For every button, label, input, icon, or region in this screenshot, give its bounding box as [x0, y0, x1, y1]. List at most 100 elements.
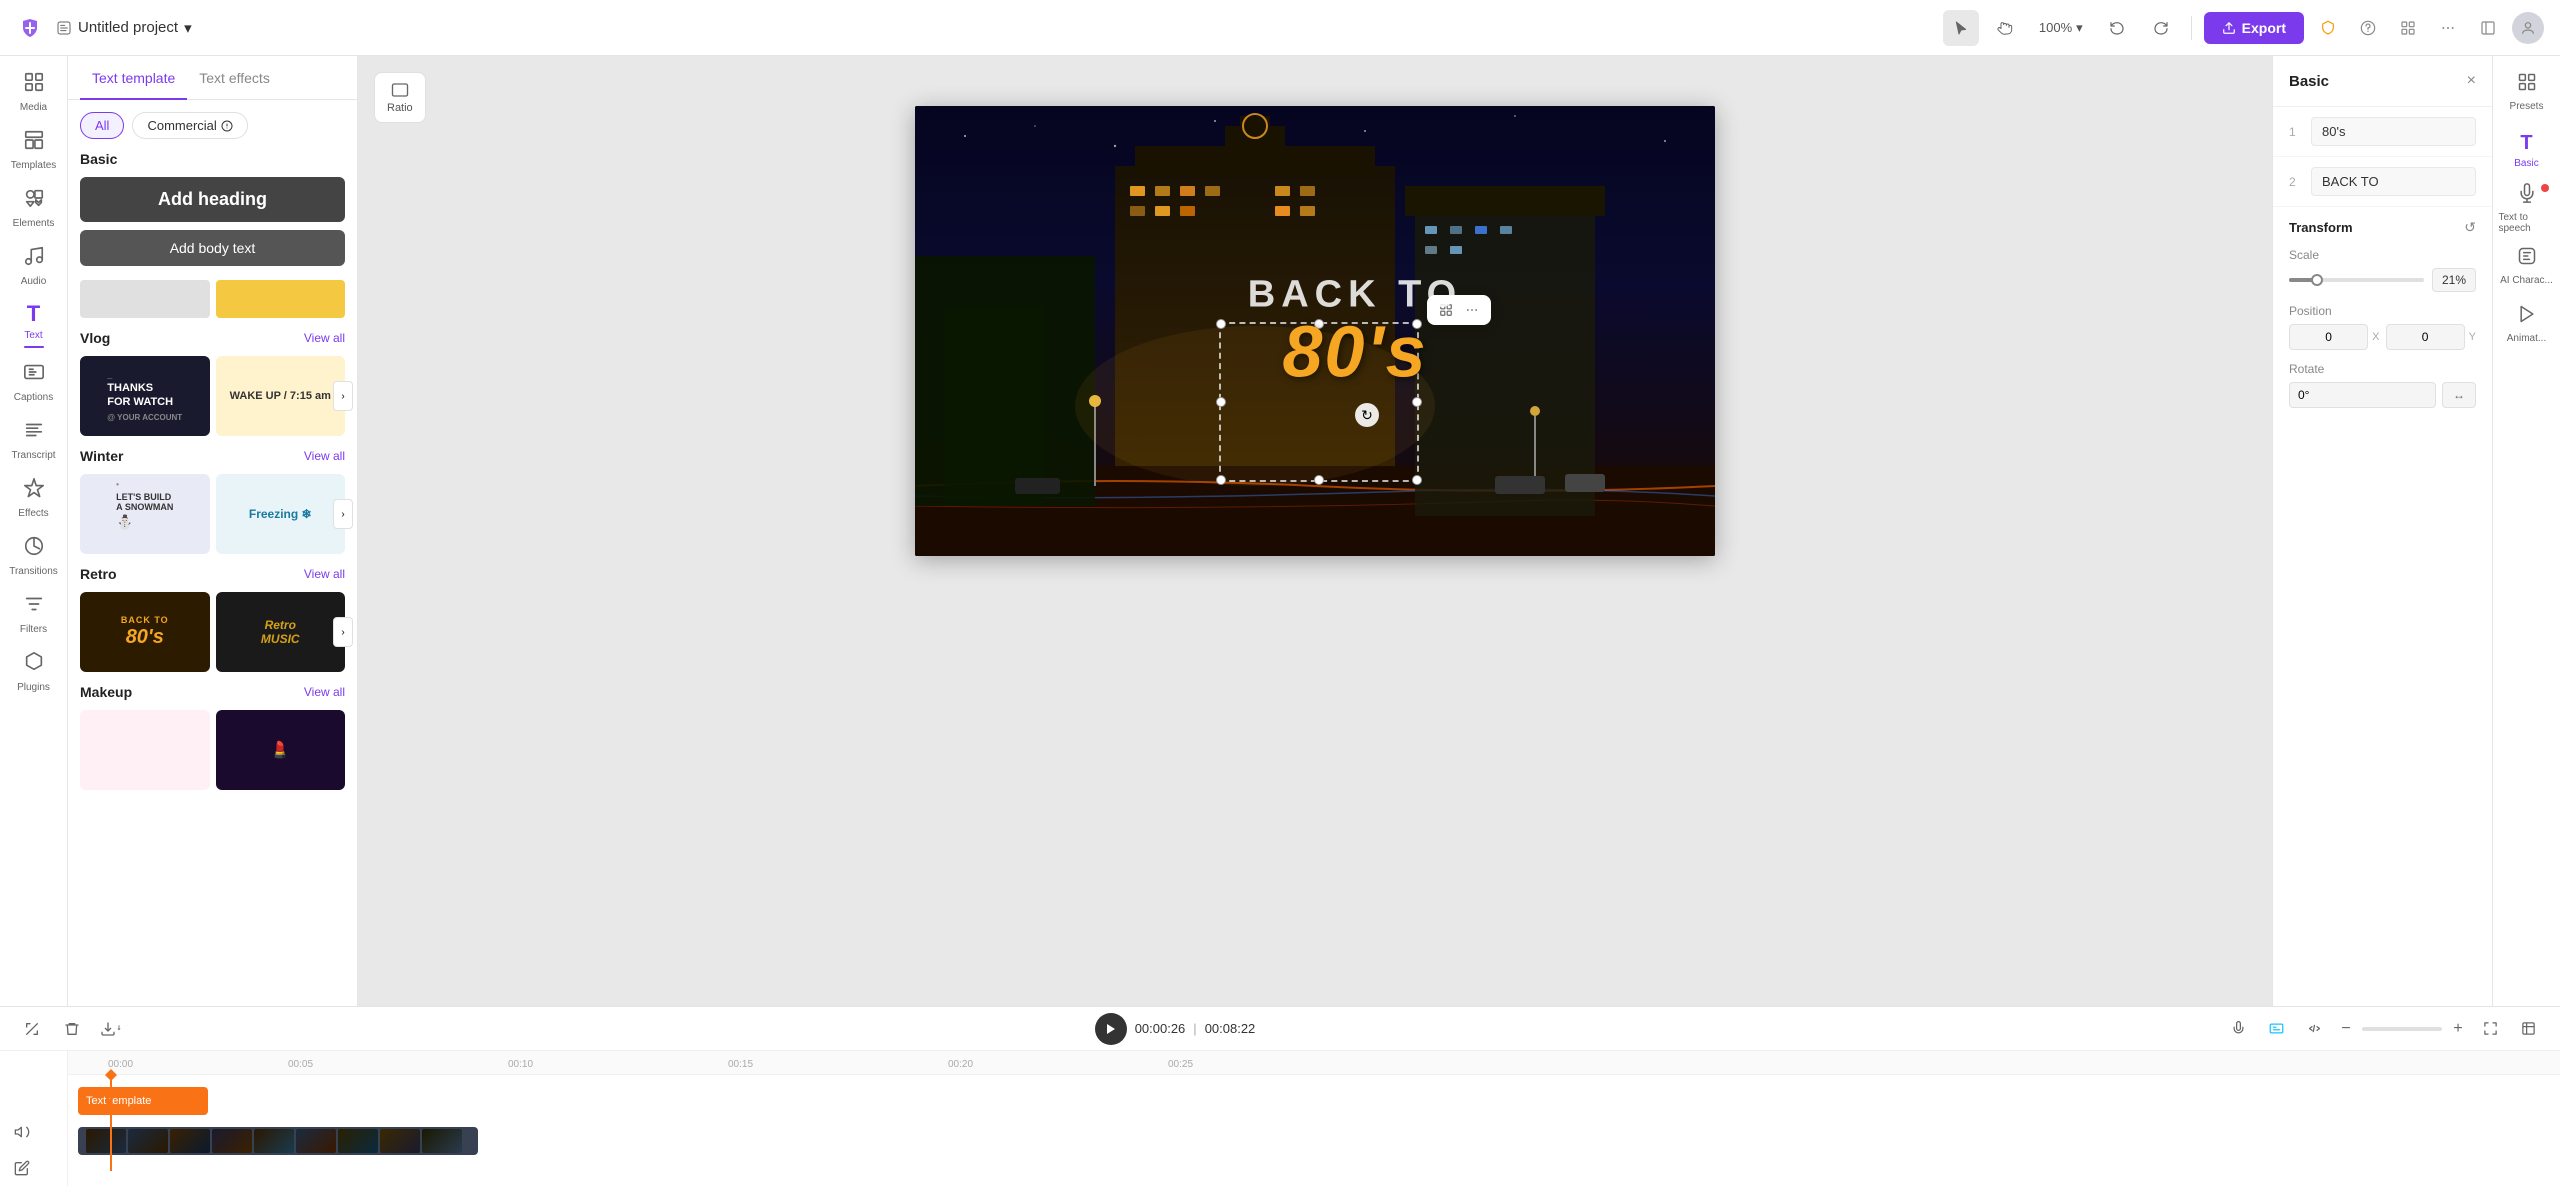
- right-sidebar-tts[interactable]: Text to speech: [2499, 180, 2555, 236]
- floating-more-btn[interactable]: [1463, 301, 1481, 319]
- sidebar-item-audio[interactable]: Audio: [6, 238, 62, 294]
- retro-view-all[interactable]: View all: [304, 567, 345, 581]
- zoom-track[interactable]: [2362, 1027, 2442, 1031]
- right-sidebar-presets[interactable]: Presets: [2499, 64, 2555, 120]
- caption-btn[interactable]: [2260, 1013, 2292, 1045]
- vlog-next-btn[interactable]: ›: [333, 381, 353, 411]
- winter-card-1[interactable]: • LET'S BUILDA SNOWMAN ⛄: [80, 474, 210, 554]
- vlog-card-2[interactable]: WAKE UP / 7:15 am: [216, 356, 346, 436]
- expand-btn[interactable]: [2474, 1013, 2506, 1045]
- handle-br[interactable]: [1412, 475, 1422, 485]
- trim-tool-btn[interactable]: [16, 1013, 48, 1045]
- sidebar-item-plugins[interactable]: Plugins: [6, 644, 62, 700]
- timeline-tracks: 00:00 00:05 00:10 00:15 00:20 00:25 Text…: [68, 1051, 2560, 1186]
- handle-bl[interactable]: [1216, 475, 1226, 485]
- ratio-btn[interactable]: Ratio: [374, 72, 426, 123]
- scale-value[interactable]: 21%: [2432, 268, 2476, 292]
- hand-tool-btn[interactable]: [1987, 10, 2023, 46]
- help-btn[interactable]: [2352, 12, 2384, 44]
- handle-bm[interactable]: [1314, 475, 1324, 485]
- rotate-flip-btn[interactable]: ↔: [2442, 382, 2476, 408]
- makeup-card-2[interactable]: 💄: [216, 710, 346, 790]
- sidebar-item-media[interactable]: Media: [6, 64, 62, 120]
- basic-card-2[interactable]: [216, 280, 346, 318]
- sidebar-item-elements[interactable]: Elements: [6, 180, 62, 236]
- sidebar-item-text[interactable]: T Text: [6, 296, 62, 352]
- mic-btn[interactable]: [2222, 1013, 2254, 1045]
- sidebar-item-transcript[interactable]: Transcript: [6, 412, 62, 468]
- text-row-2-value[interactable]: BACK TO: [2311, 167, 2476, 196]
- text-row-1-value[interactable]: 80's: [2311, 117, 2476, 146]
- transform-reset-btn[interactable]: ↺: [2464, 219, 2476, 236]
- right-sidebar-ai[interactable]: AI Charac...: [2499, 238, 2555, 294]
- retro-card-1[interactable]: BACK TO 80's: [80, 592, 210, 672]
- right-panel-close-btn[interactable]: ×: [2467, 72, 2476, 90]
- redo-btn[interactable]: [2143, 10, 2179, 46]
- retro-next-btn[interactable]: ›: [333, 617, 353, 647]
- tts-icon: [2517, 183, 2537, 209]
- more-btn[interactable]: [2432, 12, 2464, 44]
- vlog-view-all[interactable]: View all: [304, 331, 345, 345]
- panel-toggle-btn[interactable]: [2472, 12, 2504, 44]
- handle-ml[interactable]: [1216, 397, 1226, 407]
- cursor-tool-btn[interactable]: [1943, 10, 1979, 46]
- project-icon: [56, 20, 72, 36]
- sidebar-item-captions[interactable]: Captions: [6, 354, 62, 410]
- audio-label: Audio: [21, 276, 47, 287]
- video-clip[interactable]: [78, 1127, 478, 1155]
- basic-card-1[interactable]: [80, 280, 210, 318]
- divider: [2191, 16, 2192, 40]
- rotate-handle[interactable]: ↻: [1355, 403, 1379, 427]
- right-panel-header: Basic ×: [2273, 56, 2492, 107]
- edit-btn[interactable]: [8, 1154, 36, 1182]
- zoom-plus-btn[interactable]: +: [2448, 1020, 2468, 1038]
- sidebar-item-filters[interactable]: Filters: [6, 586, 62, 642]
- handle-tl[interactable]: [1216, 319, 1226, 329]
- rotate-field[interactable]: 0°: [2289, 382, 2436, 408]
- text-clip[interactable]: Text template: [78, 1087, 208, 1115]
- sidebar-item-transitions[interactable]: Transitions: [6, 528, 62, 584]
- winter-card-2[interactable]: Freezing ❄: [216, 474, 346, 554]
- playhead[interactable]: [110, 1075, 112, 1171]
- vlog-card-1[interactable]: _ THANKSFOR WATCH @ Your account: [80, 356, 210, 436]
- winter-view-all[interactable]: View all: [304, 449, 345, 463]
- right-sidebar-animate[interactable]: Animat...: [2499, 296, 2555, 352]
- zoom-dropdown[interactable]: 100% ▾: [2031, 16, 2091, 40]
- tab-text-template[interactable]: Text template: [80, 56, 187, 100]
- handle-mr[interactable]: [1412, 397, 1422, 407]
- tab-text-effects[interactable]: Text effects: [187, 56, 282, 100]
- play-btn[interactable]: [1095, 1013, 1127, 1045]
- scale-label: Scale: [2289, 248, 2476, 262]
- delete-clip-btn[interactable]: [56, 1013, 88, 1045]
- right-sidebar-basic[interactable]: T Basic: [2499, 122, 2555, 178]
- zoom-minus-btn[interactable]: −: [2336, 1020, 2356, 1038]
- code-btn[interactable]: [2298, 1013, 2330, 1045]
- undo-btn[interactable]: [2099, 10, 2135, 46]
- pos-y-field[interactable]: 0: [2386, 324, 2465, 350]
- makeup-card-1[interactable]: [80, 710, 210, 790]
- fullscreen-btn[interactable]: [2512, 1013, 2544, 1045]
- apps-btn[interactable]: [2392, 12, 2424, 44]
- volume-btn[interactable]: [8, 1118, 36, 1146]
- download-btn[interactable]: [96, 1013, 128, 1045]
- sidebar-item-templates[interactable]: Templates: [6, 122, 62, 178]
- retro-card-2[interactable]: RetroMUSIC: [216, 592, 346, 672]
- pos-x-input: 0 X: [2289, 324, 2380, 350]
- sidebar-item-effects[interactable]: Effects: [6, 470, 62, 526]
- add-body-btn[interactable]: Add body text: [80, 230, 345, 266]
- export-btn[interactable]: Export: [2204, 12, 2304, 44]
- user-avatar[interactable]: [2512, 12, 2544, 44]
- add-heading-btn[interactable]: Add heading: [80, 177, 345, 222]
- canvas-bg: BACK TO 80's: [915, 106, 1715, 556]
- ruler-00-15: 00:15: [728, 1059, 753, 1070]
- scale-slider[interactable]: [2289, 278, 2424, 282]
- makeup-view-all[interactable]: View all: [304, 685, 345, 699]
- shield-btn[interactable]: [2312, 12, 2344, 44]
- filter-commercial-btn[interactable]: Commercial: [132, 112, 247, 139]
- pos-x-field[interactable]: 0: [2289, 324, 2368, 350]
- winter-next-btn[interactable]: ›: [333, 499, 353, 529]
- makeup-title: Makeup: [80, 684, 132, 700]
- filter-all-btn[interactable]: All: [80, 112, 124, 139]
- thumb-4: [212, 1129, 252, 1153]
- project-name-dropdown[interactable]: Untitled project ▾: [56, 19, 192, 37]
